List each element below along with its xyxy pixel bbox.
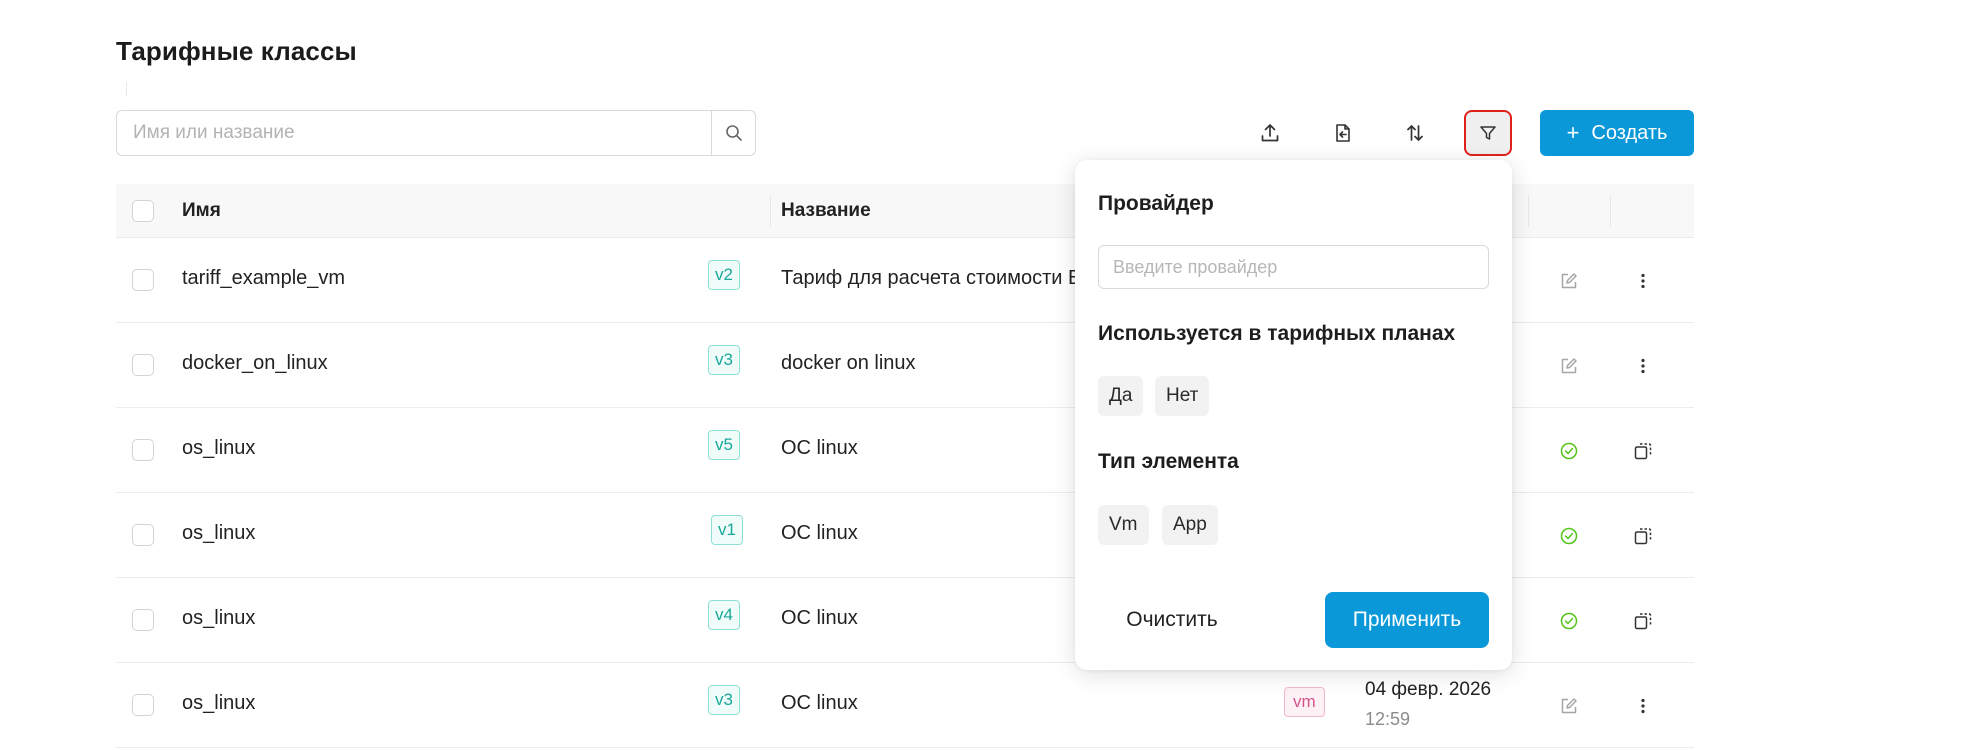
import-button[interactable]: [1321, 112, 1365, 154]
row-time: 12:59: [1365, 709, 1411, 729]
import-file-icon: [1336, 124, 1350, 142]
provider-input[interactable]: [1098, 245, 1489, 289]
search-icon: [725, 125, 742, 141]
export-button[interactable]: [1248, 112, 1292, 154]
upload-icon: [1261, 124, 1279, 142]
row-title: ОС linux: [781, 522, 858, 544]
row-checkbox[interactable]: [132, 354, 154, 376]
search-input[interactable]: [117, 111, 711, 155]
row-name: os_linux: [182, 692, 256, 714]
used-option-no[interactable]: Нет: [1155, 376, 1210, 416]
search-button[interactable]: [711, 111, 755, 155]
type-option-vm[interactable]: Vm: [1098, 505, 1149, 545]
version-badge: v3: [708, 345, 740, 375]
more-actions-button[interactable]: [1630, 353, 1656, 379]
check-circle-icon: [1560, 612, 1578, 630]
status-published: [1556, 608, 1582, 634]
more-actions-button[interactable]: [1630, 693, 1656, 719]
edit-button[interactable]: [1556, 693, 1582, 719]
row-name: os_linux: [182, 522, 256, 544]
create-button-label: Создать: [1591, 121, 1668, 144]
version-badge: v1: [711, 515, 743, 545]
column-separator[interactable]: [1610, 196, 1611, 226]
row-name: os_linux: [182, 607, 256, 629]
edit-icon: [1561, 358, 1577, 374]
filter-popover: Провайдер Используется в тарифных планах…: [1075, 160, 1512, 670]
check-circle-icon: [1560, 527, 1578, 545]
row-title: Тариф для расчета стоимости ВМ: [781, 267, 1098, 289]
clear-button[interactable]: Очистить: [1098, 592, 1246, 648]
type-option-app[interactable]: App: [1162, 505, 1218, 545]
more-icon: [1641, 273, 1645, 289]
edit-icon: [1561, 273, 1577, 289]
apply-button[interactable]: Применить: [1325, 592, 1489, 648]
row-title: ОС linux: [781, 692, 858, 714]
copy-button[interactable]: [1630, 608, 1656, 634]
status-published: [1556, 438, 1582, 464]
column-separator[interactable]: [1528, 196, 1529, 226]
copy-button[interactable]: [1630, 523, 1656, 549]
row-title: ОС linux: [781, 607, 858, 629]
row-title: ОС linux: [781, 437, 858, 459]
more-actions-button[interactable]: [1630, 268, 1656, 294]
more-icon: [1641, 698, 1645, 714]
create-button[interactable]: + Создать: [1540, 110, 1694, 156]
copy-icon: [1634, 528, 1652, 545]
row-checkbox[interactable]: [132, 269, 154, 291]
row-name: tariff_example_vm: [182, 267, 346, 289]
type-badge-vm: vm: [1284, 687, 1325, 717]
filter-button[interactable]: [1464, 110, 1512, 156]
edit-button[interactable]: [1556, 268, 1582, 294]
row-checkbox[interactable]: [132, 524, 154, 546]
row-checkbox[interactable]: [132, 694, 154, 716]
copy-icon: [1634, 443, 1652, 460]
edit-button[interactable]: [1556, 353, 1582, 379]
search-box: [116, 110, 756, 156]
element-type-heading: Тип элемента: [1098, 450, 1239, 473]
select-all-checkbox[interactable]: [132, 200, 154, 222]
title-divider: [126, 82, 127, 96]
used-option-yes[interactable]: Да: [1098, 376, 1144, 416]
more-icon: [1641, 358, 1645, 374]
sort-icon: [1407, 125, 1423, 141]
filter-icon: [1480, 126, 1496, 140]
row-checkbox[interactable]: [132, 609, 154, 631]
version-badge: v4: [708, 600, 740, 630]
version-badge: v5: [708, 430, 740, 460]
version-badge: v2: [708, 260, 740, 290]
provider-heading: Провайдер: [1098, 192, 1214, 215]
edit-icon: [1561, 698, 1577, 714]
plus-icon: +: [1566, 120, 1580, 145]
used-in-plans-heading: Используется в тарифных планах: [1098, 322, 1456, 345]
row-date: 04 февр. 2026: [1365, 679, 1492, 700]
row-checkbox[interactable]: [132, 439, 154, 461]
check-circle-icon: [1560, 442, 1578, 460]
row-title: docker on linux: [781, 352, 916, 374]
page-title: Тарифные классы: [116, 36, 357, 66]
column-header-name[interactable]: Имя: [182, 184, 221, 238]
status-published: [1556, 523, 1582, 549]
row-name: os_linux: [182, 437, 256, 459]
row-name: docker_on_linux: [182, 352, 328, 374]
copy-icon: [1634, 613, 1652, 630]
column-header-title[interactable]: Название: [781, 184, 871, 238]
version-badge: v3: [708, 685, 740, 715]
copy-button[interactable]: [1630, 438, 1656, 464]
sort-button[interactable]: [1393, 112, 1437, 154]
column-separator[interactable]: [770, 196, 771, 226]
table-row[interactable]: os_linux v3 ОС linux vm 04 февр. 2026 12…: [116, 663, 1694, 748]
